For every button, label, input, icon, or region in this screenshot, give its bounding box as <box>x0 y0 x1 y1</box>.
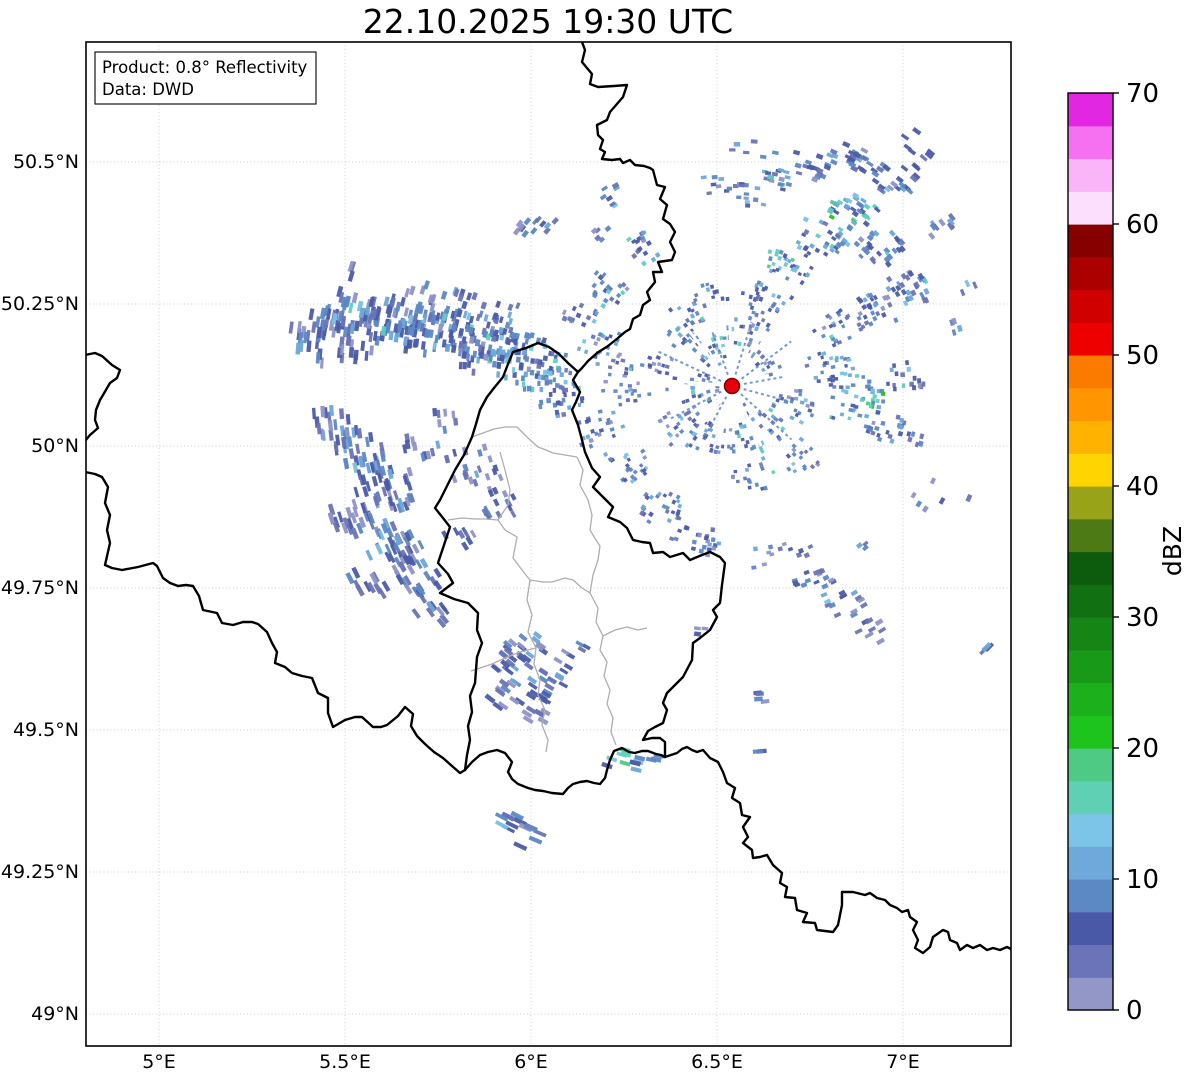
colorbar-segment <box>1068 256 1113 291</box>
y-tick-label: 49°N <box>31 1003 79 1025</box>
x-tick-label: 6°E <box>514 1051 548 1073</box>
colorbar-axis-label: dBZ <box>1158 526 1187 576</box>
y-axis-labels: 50.5°N 50.25°N 50°N 49.75°N 49.5°N 49.25°N 49°… <box>1 151 79 1025</box>
colorbar-segment <box>1068 93 1113 127</box>
radar-site-marker <box>723 377 741 395</box>
annotation-product: Product: 0.8° Reflectivity <box>102 58 308 77</box>
y-tick-label: 50.25°N <box>1 293 79 315</box>
colorbar-segment <box>1068 191 1113 225</box>
colorbar-segment <box>1068 682 1113 716</box>
blocked-beam-spoke <box>728 322 734 378</box>
colorbar-tick-label: 20 <box>1126 734 1159 764</box>
colorbar-segment <box>1068 944 1113 978</box>
colorbar-tick-label: 70 <box>1126 79 1159 109</box>
annotation-data-source: Data: DWD <box>102 80 194 99</box>
colorbar-tick-label: 30 <box>1126 603 1159 633</box>
y-tick-label: 50°N <box>31 435 79 457</box>
x-tick-label: 6.5°E <box>691 1051 743 1073</box>
radar-map-svg: 22.10.2025 19:30 UTC Product: 0.8° Refle… <box>1 2 1187 1073</box>
weather-radar-figure: 22.10.2025 19:30 UTC Product: 0.8° Refle… <box>0 0 1202 1081</box>
colorbar-segment <box>1068 387 1113 422</box>
colorbar-segment <box>1068 551 1113 585</box>
colorbar-segment <box>1068 355 1113 389</box>
colorbar: 0 10 20 30 40 50 60 70 <box>1067 79 1159 1026</box>
colorbar-segment <box>1068 748 1113 782</box>
annotation-box: Product: 0.8° Reflectivity Data: DWD <box>94 51 317 105</box>
colorbar-segment <box>1068 486 1113 520</box>
colorbar-segment <box>1068 813 1113 847</box>
colorbar-tick-label: 10 <box>1126 865 1159 895</box>
x-axis-labels: 5°E 5.5°E 6°E 6.5°E 7°E <box>142 1051 920 1073</box>
y-tick-label: 50.5°N <box>13 151 79 173</box>
colorbar-segment <box>1068 224 1113 258</box>
colorbar-segment <box>1068 911 1113 946</box>
colorbar-segment <box>1068 977 1113 1011</box>
y-tick-label: 49.75°N <box>1 577 79 599</box>
colorbar-segment <box>1068 715 1113 749</box>
y-tick-label: 49.25°N <box>1 861 79 883</box>
colorbar-segment <box>1068 125 1113 160</box>
colorbar-tick-label: 50 <box>1126 341 1159 371</box>
colorbar-segment <box>1068 846 1113 880</box>
x-tick-label: 5.5°E <box>319 1051 371 1073</box>
colorbar-segment <box>1068 289 1113 323</box>
colorbar-tick-label: 0 <box>1126 996 1143 1026</box>
y-tick-label: 49.5°N <box>13 719 79 741</box>
colorbar-segment <box>1068 322 1113 356</box>
colorbar-segment <box>1068 584 1113 618</box>
colorbar-segment <box>1068 649 1113 684</box>
colorbar-tick-label: 60 <box>1126 210 1159 240</box>
colorbar-segment <box>1068 617 1113 651</box>
colorbar-tick-label: 40 <box>1126 472 1159 502</box>
colorbar-segment <box>1068 879 1113 913</box>
colorbar-segment <box>1068 780 1113 815</box>
x-tick-label: 7°E <box>886 1051 920 1073</box>
x-tick-label: 5°E <box>142 1051 176 1073</box>
figure-title: 22.10.2025 19:30 UTC <box>363 2 733 41</box>
colorbar-segment <box>1068 518 1113 553</box>
colorbar-segment <box>1068 420 1113 454</box>
colorbar-segment <box>1068 158 1113 192</box>
colorbar-segment <box>1068 453 1113 487</box>
